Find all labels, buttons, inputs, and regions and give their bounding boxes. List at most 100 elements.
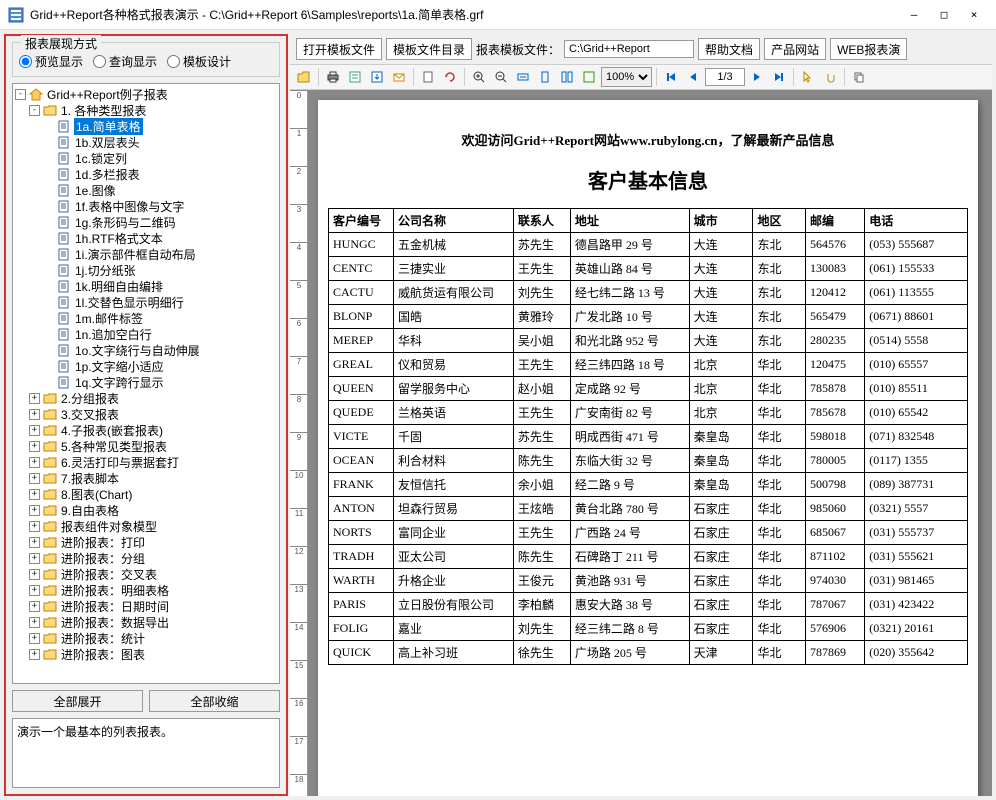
tree-node[interactable]: +5.各种常见类型报表 (15, 438, 277, 454)
actual-icon[interactable] (579, 67, 599, 87)
right-panel: 打开模板文件 模板文件目录 报表模板文件： C:\Grid++Report 帮助… (290, 34, 992, 796)
tree-node[interactable]: -1. 各种类型报表 (15, 102, 277, 118)
tree-node[interactable]: 1l.交替色显示明细行 (15, 294, 277, 310)
expand-toggle[interactable]: + (29, 441, 40, 452)
print-icon[interactable] (323, 67, 343, 87)
hand-icon[interactable] (820, 67, 840, 87)
tree-node[interactable]: 1m.邮件标签 (15, 310, 277, 326)
product-site-button[interactable]: 产品网站 (764, 38, 826, 60)
expand-toggle[interactable]: + (29, 569, 40, 580)
tree-node[interactable]: +进阶报表：统计 (15, 630, 277, 646)
tree-node[interactable]: +进阶报表：数据导出 (15, 614, 277, 630)
tree-node[interactable]: +8.图表(Chart) (15, 486, 277, 502)
fit-page-icon[interactable] (535, 67, 555, 87)
expand-all-button[interactable]: 全部展开 (12, 690, 143, 712)
open-icon[interactable] (294, 67, 314, 87)
tree-node[interactable]: -Grid++Report例子报表 (15, 86, 277, 102)
pointer-icon[interactable] (798, 67, 818, 87)
radio-design[interactable]: 模板设计 (167, 53, 231, 70)
expand-toggle[interactable]: - (29, 105, 40, 116)
zoom-out-icon[interactable] (491, 67, 511, 87)
tree-node[interactable]: 1p.文字缩小适应 (15, 358, 277, 374)
tree-node[interactable]: 1b.双层表头 (15, 134, 277, 150)
help-button[interactable]: 帮助文档 (698, 38, 760, 60)
table-row: WARTH升格企业王俊元黄池路 931 号石家庄华北974030(031) 98… (329, 569, 968, 593)
expand-toggle[interactable]: + (29, 585, 40, 596)
tree-node[interactable]: +3.交叉报表 (15, 406, 277, 422)
zoom-in-icon[interactable] (469, 67, 489, 87)
minimize-button[interactable]: — (900, 5, 928, 25)
last-page-icon[interactable] (769, 67, 789, 87)
template-dir-button[interactable]: 模板文件目录 (386, 38, 472, 60)
expand-toggle[interactable]: + (29, 553, 40, 564)
tree-node[interactable]: +进阶报表：交叉表 (15, 566, 277, 582)
refresh-icon[interactable] (440, 67, 460, 87)
web-report-button[interactable]: WEB报表演 (830, 38, 907, 60)
expand-toggle[interactable]: + (29, 489, 40, 500)
table-cell: 石家庄 (689, 497, 753, 521)
tree-node[interactable]: +9.自由表格 (15, 502, 277, 518)
tree-node[interactable]: 1i.演示部件框自动布局 (15, 246, 277, 262)
expand-toggle[interactable]: + (29, 521, 40, 532)
expand-toggle[interactable]: + (29, 457, 40, 468)
collapse-all-button[interactable]: 全部收缩 (149, 690, 280, 712)
expand-toggle[interactable]: + (29, 505, 40, 516)
tree-node[interactable]: +6.灵活打印与票据套打 (15, 454, 277, 470)
table-cell: (0117) 1355 (865, 449, 968, 473)
report-page: 欢迎访问Grid++Report网站www.rubylong.cn，了解最新产品… (318, 100, 978, 796)
maximize-button[interactable]: □ (930, 5, 958, 25)
tree-node[interactable]: 1d.多栏报表 (15, 166, 277, 182)
column-header: 城市 (689, 209, 753, 233)
close-button[interactable]: × (960, 5, 988, 25)
copy-icon[interactable] (849, 67, 869, 87)
tree-node[interactable]: +进阶报表：日期时间 (15, 598, 277, 614)
mail-icon[interactable] (389, 67, 409, 87)
tree-node[interactable]: 1h.RTF格式文本 (15, 230, 277, 246)
export-icon[interactable] (367, 67, 387, 87)
radio-preview[interactable]: 预览显示 (19, 53, 83, 70)
table-cell: 985060 (805, 497, 864, 521)
tree-node[interactable]: 1e.图像 (15, 182, 277, 198)
expand-toggle[interactable]: + (29, 473, 40, 484)
tree-node[interactable]: 1g.条形码与二维码 (15, 214, 277, 230)
next-page-icon[interactable] (747, 67, 767, 87)
tree-node[interactable]: +进阶报表：打印 (15, 534, 277, 550)
zoom-select[interactable]: 100% (601, 67, 652, 87)
open-template-button[interactable]: 打开模板文件 (296, 38, 382, 60)
viewer-scroll[interactable]: 欢迎访问Grid++Report网站www.rubylong.cn，了解最新产品… (308, 90, 992, 796)
expand-toggle[interactable]: + (29, 617, 40, 628)
table-cell: 974030 (805, 569, 864, 593)
report-tree[interactable]: -Grid++Report例子报表-1. 各种类型报表1a.简单表格1b.双层表… (12, 83, 280, 684)
expand-toggle[interactable]: + (29, 393, 40, 404)
expand-toggle[interactable]: + (29, 649, 40, 660)
page-setup-icon[interactable] (418, 67, 438, 87)
tree-node[interactable]: +进阶报表：明细表格 (15, 582, 277, 598)
tree-node[interactable]: +2.分组报表 (15, 390, 277, 406)
tree-node[interactable]: 1q.文字跨行显示 (15, 374, 277, 390)
tree-node[interactable]: +4.子报表(嵌套报表) (15, 422, 277, 438)
tree-node[interactable]: 1f.表格中图像与文字 (15, 198, 277, 214)
first-page-icon[interactable] (661, 67, 681, 87)
radio-query[interactable]: 查询显示 (93, 53, 157, 70)
expand-toggle[interactable]: + (29, 537, 40, 548)
prev-page-icon[interactable] (683, 67, 703, 87)
expand-toggle[interactable]: - (15, 89, 26, 100)
tree-node[interactable]: 1n.追加空白行 (15, 326, 277, 342)
tree-node[interactable]: +报表组件对象模型 (15, 518, 277, 534)
tree-node[interactable]: 1c.锁定列 (15, 150, 277, 166)
expand-toggle[interactable]: + (29, 601, 40, 612)
expand-toggle[interactable]: + (29, 633, 40, 644)
tree-node[interactable]: 1k.明细自由编排 (15, 278, 277, 294)
expand-toggle[interactable]: + (29, 425, 40, 436)
fit-width-icon[interactable] (513, 67, 533, 87)
tree-node[interactable]: 1j.切分纸张 (15, 262, 277, 278)
page-input[interactable] (705, 68, 745, 86)
expand-toggle[interactable]: + (29, 409, 40, 420)
tree-node[interactable]: +进阶报表：图表 (15, 646, 277, 662)
tree-node[interactable]: 1a.简单表格 (15, 118, 277, 134)
tree-node[interactable]: +7.报表脚本 (15, 470, 277, 486)
tree-node[interactable]: 1o.文字绕行与自动伸展 (15, 342, 277, 358)
tree-node[interactable]: +进阶报表：分组 (15, 550, 277, 566)
print-layout-icon[interactable] (345, 67, 365, 87)
multi-page-icon[interactable] (557, 67, 577, 87)
